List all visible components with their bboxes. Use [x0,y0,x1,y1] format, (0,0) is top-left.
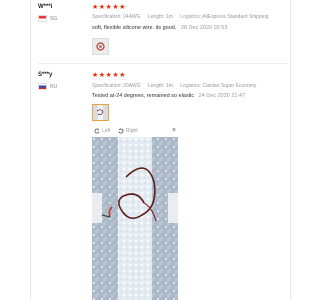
comment-text: soft, flexible silicone wire. its good. [92,25,177,31]
country-code: RU [50,83,58,90]
review-date: 28 Dec 2020 02:53 [180,25,228,31]
reviewer-name: W***i [38,4,53,10]
review-meta: Specification: 24AWG Length: 1m Logistic… [92,14,274,20]
logistics-label: Logistics: [180,83,202,89]
rotate-right-button[interactable]: Right [118,128,138,134]
review-meta: Specification: 20AWG Length: 1m Logistic… [92,83,262,89]
logistics-label: Logistics: [180,14,202,20]
left-rail [30,0,31,300]
spec-label: Specification: [92,14,122,20]
logistics-value: AliExpress Standard Shipping [202,14,269,20]
reviewer-country: RU [38,83,57,90]
review-comment: Tested at-24 degrees, remained so elasti… [92,93,245,99]
length-label: Length: [147,83,165,89]
review-comment: soft, flexible silicone wire. its good. … [92,25,227,31]
reviewer-name: S***y [38,72,53,78]
rotate-left-icon [94,128,100,134]
rotate-right-label: Right [126,128,138,134]
review-photo-thumbnail[interactable] [92,38,109,55]
right-rail [290,0,291,300]
length-value: 1m [165,14,173,20]
wire-in-snow-photo-icon [93,105,108,120]
rotate-left-button[interactable]: Left [94,128,110,134]
star-rating: ★★★★★ [92,4,126,11]
logistics-value: Cainiao Super Economy [202,83,257,89]
wire-in-snow-photo [92,137,178,300]
spec-value: 24AWG [123,14,141,20]
comment-text: Tested at-24 degrees, remained so elasti… [92,93,195,99]
spec-label: Specification: [92,83,122,89]
russia-flag-icon [38,83,47,90]
star-rating: ★★★★★ [92,72,126,79]
close-viewer-button[interactable]: × [172,127,176,134]
reviewer-country: SG [38,15,57,22]
singapore-flag-icon [38,15,47,22]
rotate-left-label: Left [102,128,111,134]
enlarged-review-photo [92,137,178,300]
review-photo-thumbnail[interactable] [92,104,109,121]
rotate-right-icon [118,128,124,134]
length-label: Length: [147,14,165,20]
review-divider [38,63,288,64]
country-code: SG [50,15,58,22]
photo-viewer-toolbar: Left Right × [92,127,178,137]
spec-value: 20AWG [123,83,141,89]
review-date: 24 Dec 2020 21:47 [198,93,246,99]
wire-photo-icon [93,39,108,54]
length-value: 1m [165,83,173,89]
